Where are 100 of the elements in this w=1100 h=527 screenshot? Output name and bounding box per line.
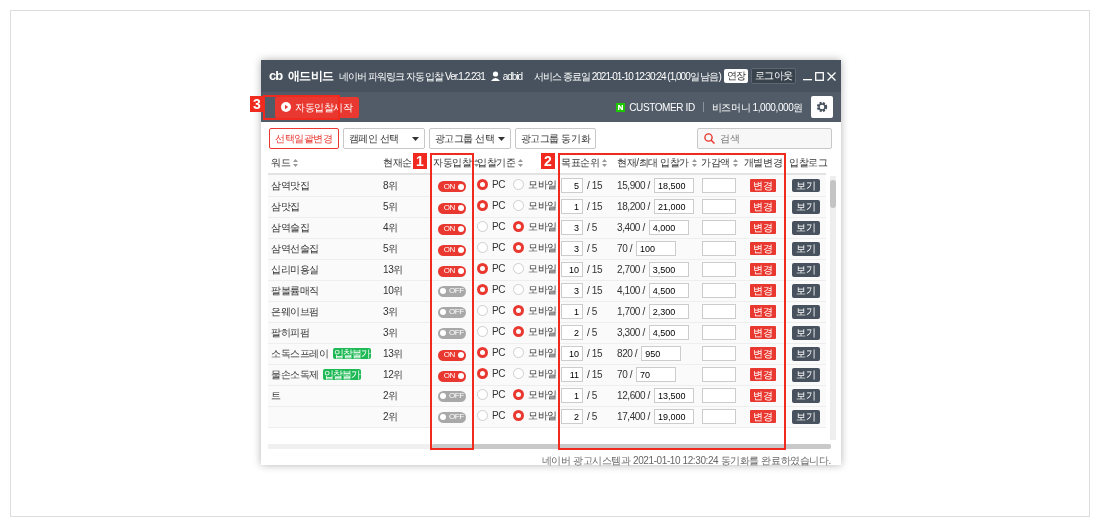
radio-button[interactable] [513,410,525,421]
target-rank-field[interactable]: 3 [561,220,583,236]
target-rank-field[interactable]: 10 [561,262,583,278]
adjustment-field[interactable] [702,388,736,403]
adjustment-field[interactable] [702,367,736,382]
radio-button[interactable] [513,389,525,400]
toggle-switch[interactable]: ON [438,202,466,214]
target-rank-field[interactable]: 1 [561,388,583,404]
target-rank-field[interactable]: 2 [561,409,583,425]
target-rank-field[interactable]: 1 [561,304,583,320]
view-log-button[interactable]: 보기 [792,200,820,214]
scrollbar[interactable] [268,444,831,449]
maximize-icon[interactable] [815,71,825,81]
column-header[interactable]: 목표순위 [561,157,600,168]
view-log-button[interactable]: 보기 [792,347,820,361]
target-rank-field[interactable]: 1 [561,199,583,215]
column-header[interactable]: 입찰기준 [477,157,516,168]
max-bid-field[interactable]: 950 [641,346,682,362]
column-header[interactable]: 워드 [271,157,291,168]
view-log-button[interactable]: 보기 [792,221,820,235]
max-bid-field[interactable]: 100 [636,241,677,257]
view-log-button[interactable]: 보기 [792,178,820,193]
max-bid-field[interactable]: 4,000 [648,220,689,236]
column-header[interactable]: 현재순 [383,157,412,168]
start-button[interactable]: 자동입찰시작 [275,96,359,118]
max-bid-field[interactable]: 70 [636,367,677,383]
change-button[interactable]: 변경 [750,221,776,234]
extend-button[interactable]: 연장 [723,69,749,83]
target-rank-field[interactable]: 10 [561,346,583,362]
radio-button[interactable] [477,178,488,190]
max-bid-field[interactable]: 4,500 [648,325,689,341]
max-bid-field[interactable]: 3,500 [648,262,689,278]
change-button[interactable]: 변경 [750,326,776,339]
toggle-switch[interactable]: ON [438,181,466,193]
column-header[interactable]: 입찰로그 [789,157,828,168]
change-button[interactable]: 변경 [750,305,776,318]
column-header[interactable]: 가감액 [701,157,730,168]
view-log-button[interactable]: 보기 [792,284,820,298]
view-log-button[interactable]: 보기 [792,326,820,340]
adjustment-field[interactable] [702,241,736,256]
radio-button[interactable] [513,305,525,316]
toggle-switch[interactable]: ON [438,370,466,382]
target-rank-field[interactable]: 3 [561,283,583,299]
adjustment-field[interactable] [702,304,736,319]
change-button[interactable]: 변경 [750,410,776,423]
radio-button[interactable] [513,221,525,232]
change-button[interactable]: 변경 [750,200,776,213]
change-button[interactable]: 변경 [750,368,776,381]
view-log-button[interactable]: 보기 [792,305,820,319]
adjustment-field[interactable] [702,199,736,214]
target-rank-field[interactable]: 5 [561,178,583,193]
toggle-switch[interactable]: ON [438,349,466,361]
max-bid-field[interactable]: 19,000 [653,409,694,425]
change-button[interactable]: 변경 [750,284,776,297]
radio-button[interactable] [513,326,525,337]
target-rank-field[interactable]: 2 [561,325,583,341]
view-log-button[interactable]: 보기 [792,263,820,277]
change-button[interactable]: 변경 [750,263,776,276]
radio-button[interactable] [477,263,488,274]
change-button[interactable]: 변경 [750,178,776,192]
scrollbar[interactable] [830,176,836,440]
adjustment-field[interactable] [702,283,736,298]
radio-button[interactable] [477,284,488,295]
column-header[interactable]: 현재/최대 입찰가 [617,157,689,168]
adjustment-field[interactable] [702,346,736,361]
adjustment-field[interactable] [702,177,736,193]
adjustment-field[interactable] [702,325,736,340]
target-rank-field[interactable]: 3 [561,241,583,257]
column-header[interactable]: 개별변경 [743,157,783,168]
bulk-change-button[interactable]: 선택일괄변경 [269,128,339,149]
search-field[interactable]: 검색 [697,128,832,149]
view-log-button[interactable]: 보기 [792,368,820,382]
settings-button[interactable] [811,96,833,118]
max-bid-field[interactable]: 2,300 [648,304,689,320]
sync-button[interactable]: 광고그룹 동기화 [514,128,597,149]
view-log-button[interactable]: 보기 [792,410,820,424]
adjustment-field[interactable] [702,409,736,424]
adgroup-select[interactable]: 광고그룹 선택 [428,128,511,149]
radio-button[interactable] [477,200,488,211]
radio-button[interactable] [477,368,488,379]
radio-button[interactable] [513,242,525,253]
target-rank-field[interactable]: 11 [561,367,583,383]
change-button[interactable]: 변경 [750,347,776,360]
campaign-select[interactable]: 캠페인 선택 [342,128,425,149]
view-log-button[interactable]: 보기 [792,242,820,256]
max-bid-field[interactable]: 4,500 [648,283,689,299]
max-bid-field[interactable]: 13,500 [653,388,694,404]
toggle-switch[interactable]: ON [438,244,466,256]
toggle-switch[interactable]: ON [438,265,466,277]
radio-button[interactable] [477,347,488,358]
adjustment-field[interactable] [702,220,736,235]
close-icon[interactable] [827,71,837,81]
column-header[interactable]: 자동입찰 [433,157,472,168]
toggle-switch[interactable]: ON [438,223,466,235]
view-log-button[interactable]: 보기 [792,389,820,403]
max-bid-field[interactable]: 18,500 [653,178,694,193]
adjustment-field[interactable] [702,262,736,277]
change-button[interactable]: 변경 [750,242,776,255]
max-bid-field[interactable]: 21,000 [653,199,694,215]
change-button[interactable]: 변경 [750,389,776,402]
